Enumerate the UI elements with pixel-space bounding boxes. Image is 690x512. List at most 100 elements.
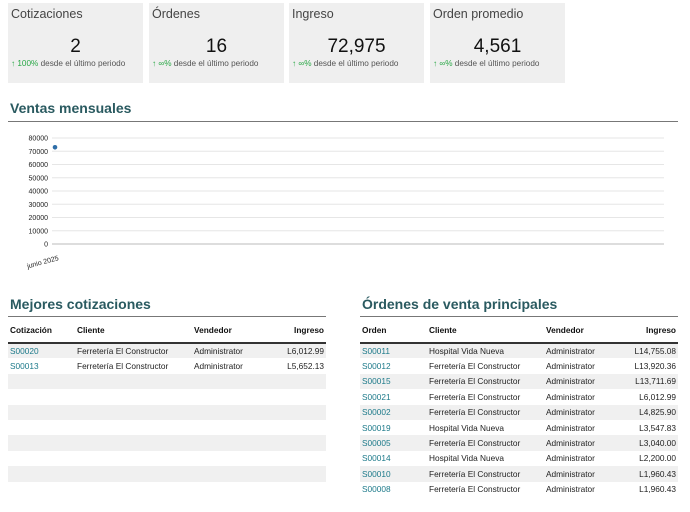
table-row[interactable]: S00010 Ferretería El Constructor Administr… xyxy=(360,466,678,482)
kpi-card-cotizaciones[interactable]: Cotizaciones 2 ↑ 100% desde el último pe… xyxy=(8,3,143,83)
kpi-card-ingreso[interactable]: Ingreso 72,975 ↑ ∞% desde el último peri… xyxy=(289,3,424,83)
salesperson-cell xyxy=(192,482,272,497)
salesperson-cell: Administrator xyxy=(544,373,624,390)
y-tick-label: 30000 xyxy=(29,202,49,209)
salesperson-cell: Administrator xyxy=(546,484,595,495)
kpi-value: 2 xyxy=(70,36,81,57)
y-tick-label: 70000 xyxy=(29,149,49,156)
salesperson-cell xyxy=(192,420,272,435)
top-sales-orders-table: Orden Cliente Vendedor Ingreso S00011 Hos… xyxy=(360,318,678,497)
column-header-vendedor[interactable]: Vendedor xyxy=(192,318,272,344)
customer-cell: Hospital Vida Nueva xyxy=(429,422,505,433)
revenue-cell: L1,960.43 xyxy=(624,466,678,482)
order-link[interactable]: S00010 xyxy=(360,466,427,482)
section-divider xyxy=(8,121,678,122)
kpi-delta-value: 100% xyxy=(17,59,39,68)
column-header-ingreso[interactable]: Ingreso xyxy=(272,318,326,344)
column-header-orden[interactable]: Orden xyxy=(360,318,427,344)
salesperson-cell: Administrator xyxy=(192,343,272,359)
kpi-card-ordenes[interactable]: Órdenes 16 ↑ ∞% desde el último periodo xyxy=(149,3,284,83)
order-link[interactable]: S00013 xyxy=(8,358,75,373)
kpi-title: Cotizaciones xyxy=(11,7,83,21)
order-link[interactable]: S00019 xyxy=(360,420,427,435)
order-link[interactable]: S00008 xyxy=(360,482,427,497)
table-row[interactable]: S00011 Hospital Vida Nueva Administrator L1… xyxy=(360,343,678,359)
data-point xyxy=(52,145,58,150)
table-row[interactable]: S00013 Ferretería El Constructor Administr… xyxy=(8,358,326,373)
revenue-cell xyxy=(272,482,326,497)
revenue-cell xyxy=(272,435,326,451)
order-link[interactable]: S00015 xyxy=(360,373,427,390)
table-row[interactable]: S00008 Ferretería El Constructor Administr… xyxy=(360,482,678,497)
salesperson-cell: Administrator xyxy=(544,404,624,420)
order-link[interactable]: S00014 xyxy=(360,451,427,466)
table-row[interactable]: S00002 Ferretería El Constructor Administr… xyxy=(360,404,678,420)
salesperson-cell: Administrator xyxy=(546,391,595,402)
order-link[interactable]: S00020 xyxy=(8,343,75,359)
salesperson-cell: Administrator xyxy=(544,343,624,359)
revenue-cell xyxy=(272,451,326,466)
order-link xyxy=(8,466,75,482)
revenue-cell: L6,012.99 xyxy=(639,391,676,402)
customer-cell: Hospital Vida Nueva xyxy=(429,453,505,464)
column-header-cliente[interactable]: Cliente xyxy=(427,318,544,344)
customer-cell xyxy=(75,466,192,482)
customer-cell: Ferretería El Constructor xyxy=(429,391,521,402)
revenue-cell: L4,825.90 xyxy=(624,404,678,420)
table-row xyxy=(8,451,326,466)
y-tick-label: 0 xyxy=(44,242,48,249)
customer-cell: Ferretería El Constructor xyxy=(427,466,544,482)
kpi-title: Ingreso xyxy=(292,7,334,21)
table-row[interactable]: S00014 Hospital Vida Nueva Administrator L2… xyxy=(360,451,678,466)
salesperson-cell: Administrator xyxy=(194,361,243,372)
order-link[interactable]: S00012 xyxy=(360,358,427,373)
kpi-delta-text: desde el último periodo xyxy=(173,59,259,68)
salesperson-cell xyxy=(192,389,272,404)
arrow-up-icon: ↑ xyxy=(152,59,157,68)
arrow-up-icon: ↑ xyxy=(433,59,438,68)
revenue-cell: L1,960.43 xyxy=(639,484,676,495)
salesperson-cell xyxy=(192,466,272,482)
table-row[interactable]: S00015 Ferretería El Constructor Administr… xyxy=(360,373,678,390)
order-link[interactable]: S00011 xyxy=(360,343,427,359)
order-link[interactable]: S00021 xyxy=(360,389,427,404)
salesperson-cell xyxy=(192,451,272,466)
customer-cell: Ferretería El Constructor xyxy=(427,373,544,390)
kpi-delta-value: ∞% xyxy=(439,59,453,68)
salesperson-cell: Administrator xyxy=(546,453,595,464)
kpi-value: 4,561 xyxy=(473,36,522,57)
table-row[interactable]: S00019 Hospital Vida Nueva Administrator L3… xyxy=(360,420,678,435)
arrow-up-icon: ↑ xyxy=(292,59,297,68)
y-tick-label: 20000 xyxy=(29,215,49,222)
section-title-ordenes: Órdenes de venta principales xyxy=(362,296,558,312)
table-row[interactable]: S00021 Ferretería El Constructor Administr… xyxy=(360,389,678,404)
kpi-card-orden-promedio[interactable]: Orden promedio 4,561 ↑ ∞% desde el últim… xyxy=(430,3,565,83)
table-row[interactable]: S00020 Ferretería El Constructor Administr… xyxy=(8,343,326,359)
salesperson-cell: Administrator xyxy=(546,422,595,433)
table-row[interactable]: S00005 Ferretería El Constructor Administr… xyxy=(360,435,678,451)
column-header-cliente[interactable]: Cliente xyxy=(75,318,192,344)
revenue-cell: L3,547.83 xyxy=(639,422,676,433)
customer-cell: Ferretería El Constructor xyxy=(427,435,544,451)
table-row xyxy=(8,373,326,390)
kpi-delta-text: desde el último periodo xyxy=(313,59,399,68)
column-header-ingreso[interactable]: Ingreso xyxy=(624,318,678,344)
table-row xyxy=(8,435,326,451)
monthly-sales-chart: 0 10000 20000 30000 40000 50000 60000 70000 8000… xyxy=(26,136,664,271)
kpi-delta-text: desde el último periodo xyxy=(454,59,540,68)
column-header-vendedor[interactable]: Vendedor xyxy=(544,318,624,344)
customer-cell: Ferretería El Constructor xyxy=(429,361,521,372)
order-link xyxy=(8,389,75,404)
salesperson-cell xyxy=(192,435,272,451)
order-link xyxy=(8,435,75,451)
revenue-cell: L5,652.13 xyxy=(287,361,324,372)
revenue-cell xyxy=(272,466,326,482)
order-link[interactable]: S00002 xyxy=(360,404,427,420)
customer-cell: Ferretería El Constructor xyxy=(429,484,521,495)
column-header-cotizacion[interactable]: Cotización xyxy=(8,318,75,344)
table-row[interactable]: S00012 Ferretería El Constructor Administr… xyxy=(360,358,678,373)
order-link xyxy=(8,373,75,390)
table-row xyxy=(8,466,326,482)
order-link[interactable]: S00005 xyxy=(360,435,427,451)
order-link xyxy=(8,451,75,466)
